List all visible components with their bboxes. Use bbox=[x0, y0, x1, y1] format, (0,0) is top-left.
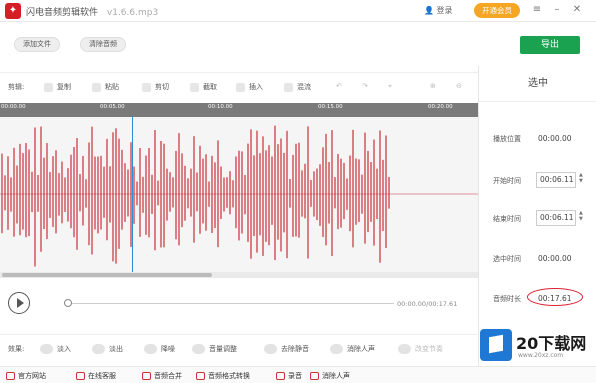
vocal-removal-icon bbox=[310, 372, 319, 380]
tick-label: 00:10.00 bbox=[208, 104, 233, 110]
fade-in-icon bbox=[40, 344, 53, 354]
play-icon[interactable] bbox=[8, 292, 30, 314]
trim-button[interactable]: 截取 bbox=[190, 82, 217, 92]
panel-title: 选中 bbox=[479, 66, 596, 102]
fade-out-button[interactable]: 淡出 bbox=[92, 344, 123, 354]
progress-track[interactable] bbox=[64, 303, 394, 304]
waveform-area[interactable] bbox=[0, 117, 478, 272]
watermark-text: 20下载网 bbox=[516, 334, 587, 353]
official-site-link[interactable]: 官方网站 bbox=[6, 371, 46, 381]
login-label: 登录 bbox=[436, 6, 453, 15]
online-service-link[interactable]: 在线客服 bbox=[76, 371, 116, 381]
title-bar: ✦ 闪电音频剪辑软件 v1.6.6.mp3 👤 登录 开通会员 ≡ – ✕ bbox=[0, 0, 596, 22]
change-tempo-button[interactable]: 改变节奏 bbox=[398, 344, 443, 354]
minimize-icon[interactable]: – bbox=[550, 3, 564, 17]
clear-audio-button[interactable]: 清除音频 bbox=[80, 37, 126, 52]
selected-time-value: 00:00.00 bbox=[538, 254, 572, 263]
tick-label: 00:15.00 bbox=[318, 104, 343, 110]
duration-label: 音频时长 bbox=[493, 295, 521, 303]
tick-label: 00:00.00 bbox=[1, 104, 26, 110]
remove-silence-button[interactable]: 去除静音 bbox=[264, 344, 309, 354]
locate-icon[interactable]: ⌖ bbox=[388, 82, 392, 91]
selection-panel: 选中 播放位置 00:00.00 开始时间 00:06.11 ▲ ▼ 结束时间 0… bbox=[478, 66, 596, 366]
merge-icon bbox=[142, 372, 151, 380]
insert-icon bbox=[236, 82, 245, 92]
selected-time-label: 选中时间 bbox=[493, 255, 521, 263]
window-title: 闪电音频剪辑软件 v1.6.6.mp3 bbox=[26, 5, 158, 18]
edit-toolbar: 剪辑: 复制 粘贴 剪切 截取 插入 混流 ↶ ↷ ⌖ ⊕ ⊖ bbox=[0, 72, 478, 100]
audio-merge-link[interactable]: 音频合并 bbox=[142, 371, 182, 381]
timeline-ruler[interactable]: 00:00.00 00:05.00 00:10.00 00:15.00 00:2… bbox=[0, 103, 478, 117]
mix-icon bbox=[284, 82, 293, 92]
tick-label: 00:20.00 bbox=[428, 104, 453, 110]
progress-knob[interactable] bbox=[64, 299, 72, 307]
zoom-out-icon[interactable]: ⊖ bbox=[456, 82, 462, 90]
service-icon bbox=[76, 372, 85, 380]
add-file-button[interactable]: 添加文件 bbox=[14, 37, 60, 52]
fade-in-button[interactable]: 淡入 bbox=[40, 344, 71, 354]
silence-icon bbox=[264, 344, 277, 354]
file-name: v1.6.6.mp3 bbox=[106, 8, 159, 18]
paste-icon bbox=[92, 82, 101, 92]
format-convert-link[interactable]: 音频格式转换 bbox=[196, 371, 250, 381]
start-time-spinner[interactable]: ▲ ▼ bbox=[579, 172, 585, 184]
close-icon[interactable]: ✕ bbox=[570, 3, 584, 17]
vocals-icon bbox=[330, 344, 343, 354]
undo-icon[interactable]: ↶ bbox=[336, 82, 342, 90]
trim-icon bbox=[190, 82, 199, 92]
menu-icon[interactable]: ≡ bbox=[530, 3, 544, 17]
vocal-removal-link[interactable]: 消除人声 bbox=[310, 371, 350, 381]
fade-out-icon bbox=[92, 344, 105, 354]
bottom-link-bar: 官方网站 在线客服 音频合并 音频格式转换 录音 消除人声 bbox=[0, 366, 596, 383]
paste-button[interactable]: 粘贴 bbox=[92, 82, 119, 92]
record-link[interactable]: 录音 bbox=[276, 371, 302, 381]
tempo-icon bbox=[398, 344, 411, 354]
waveform bbox=[0, 125, 478, 267]
action-bar: 添加文件 清除音频 导出 bbox=[0, 23, 596, 65]
zoom-in-icon[interactable]: ⊕ bbox=[430, 82, 436, 90]
start-time-input[interactable]: 00:06.11 bbox=[536, 172, 576, 188]
effects-toolbar: 效果: 淡入 淡出 降噪 音量调整 去除静音 消除人声 改变节奏 bbox=[0, 334, 478, 358]
end-time-label: 结束时间 bbox=[493, 215, 521, 223]
end-time-input[interactable]: 00:06.11 bbox=[536, 210, 576, 226]
record-icon bbox=[276, 372, 285, 380]
copy-icon bbox=[44, 82, 53, 92]
horizontal-scrollbar[interactable] bbox=[0, 272, 478, 278]
mix-button[interactable]: 混流 bbox=[284, 82, 311, 92]
play-position-value: 00:00.00 bbox=[538, 134, 572, 143]
volume-icon bbox=[192, 344, 205, 354]
copy-button[interactable]: 复制 bbox=[44, 82, 71, 92]
redo-icon[interactable]: ↷ bbox=[362, 82, 368, 90]
play-position-label: 播放位置 bbox=[493, 135, 521, 143]
export-button[interactable]: 导出 bbox=[520, 36, 580, 54]
watermark: 20下载网 www.20xz.com bbox=[474, 326, 596, 366]
player-bar: 00:00.00/00:17.61 bbox=[0, 280, 478, 326]
app-name: 闪电音频剪辑软件 bbox=[26, 8, 99, 18]
duration-highlight-circle bbox=[527, 288, 583, 306]
time-display: 00:00.00/00:17.61 bbox=[397, 300, 458, 308]
remove-vocals-button[interactable]: 消除人声 bbox=[330, 344, 375, 354]
playhead[interactable] bbox=[132, 117, 133, 272]
watermark-url: www.20xz.com bbox=[518, 352, 564, 359]
end-time-spinner[interactable]: ▲ ▼ bbox=[579, 210, 585, 222]
edit-label: 剪辑: bbox=[8, 83, 25, 91]
app-logo-icon: ✦ bbox=[5, 3, 21, 19]
website-icon bbox=[6, 372, 15, 380]
watermark-logo-icon bbox=[480, 329, 512, 361]
denoise-button[interactable]: 降噪 bbox=[144, 344, 175, 354]
start-time-label: 开始时间 bbox=[493, 177, 521, 185]
tick-label: 00:05.00 bbox=[100, 104, 125, 110]
scrollbar-thumb[interactable] bbox=[2, 273, 212, 277]
login-button[interactable]: 👤 登录 bbox=[424, 5, 453, 16]
effects-label: 效果: bbox=[8, 345, 25, 353]
convert-icon bbox=[196, 372, 205, 380]
volume-adjust-button[interactable]: 音量调整 bbox=[192, 344, 237, 354]
insert-button[interactable]: 插入 bbox=[236, 82, 263, 92]
vip-button[interactable]: 开通会员 bbox=[474, 3, 520, 18]
denoise-icon bbox=[144, 344, 157, 354]
user-icon: 👤 bbox=[424, 6, 434, 15]
cut-button[interactable]: 剪切 bbox=[142, 82, 169, 92]
cut-icon bbox=[142, 82, 151, 92]
